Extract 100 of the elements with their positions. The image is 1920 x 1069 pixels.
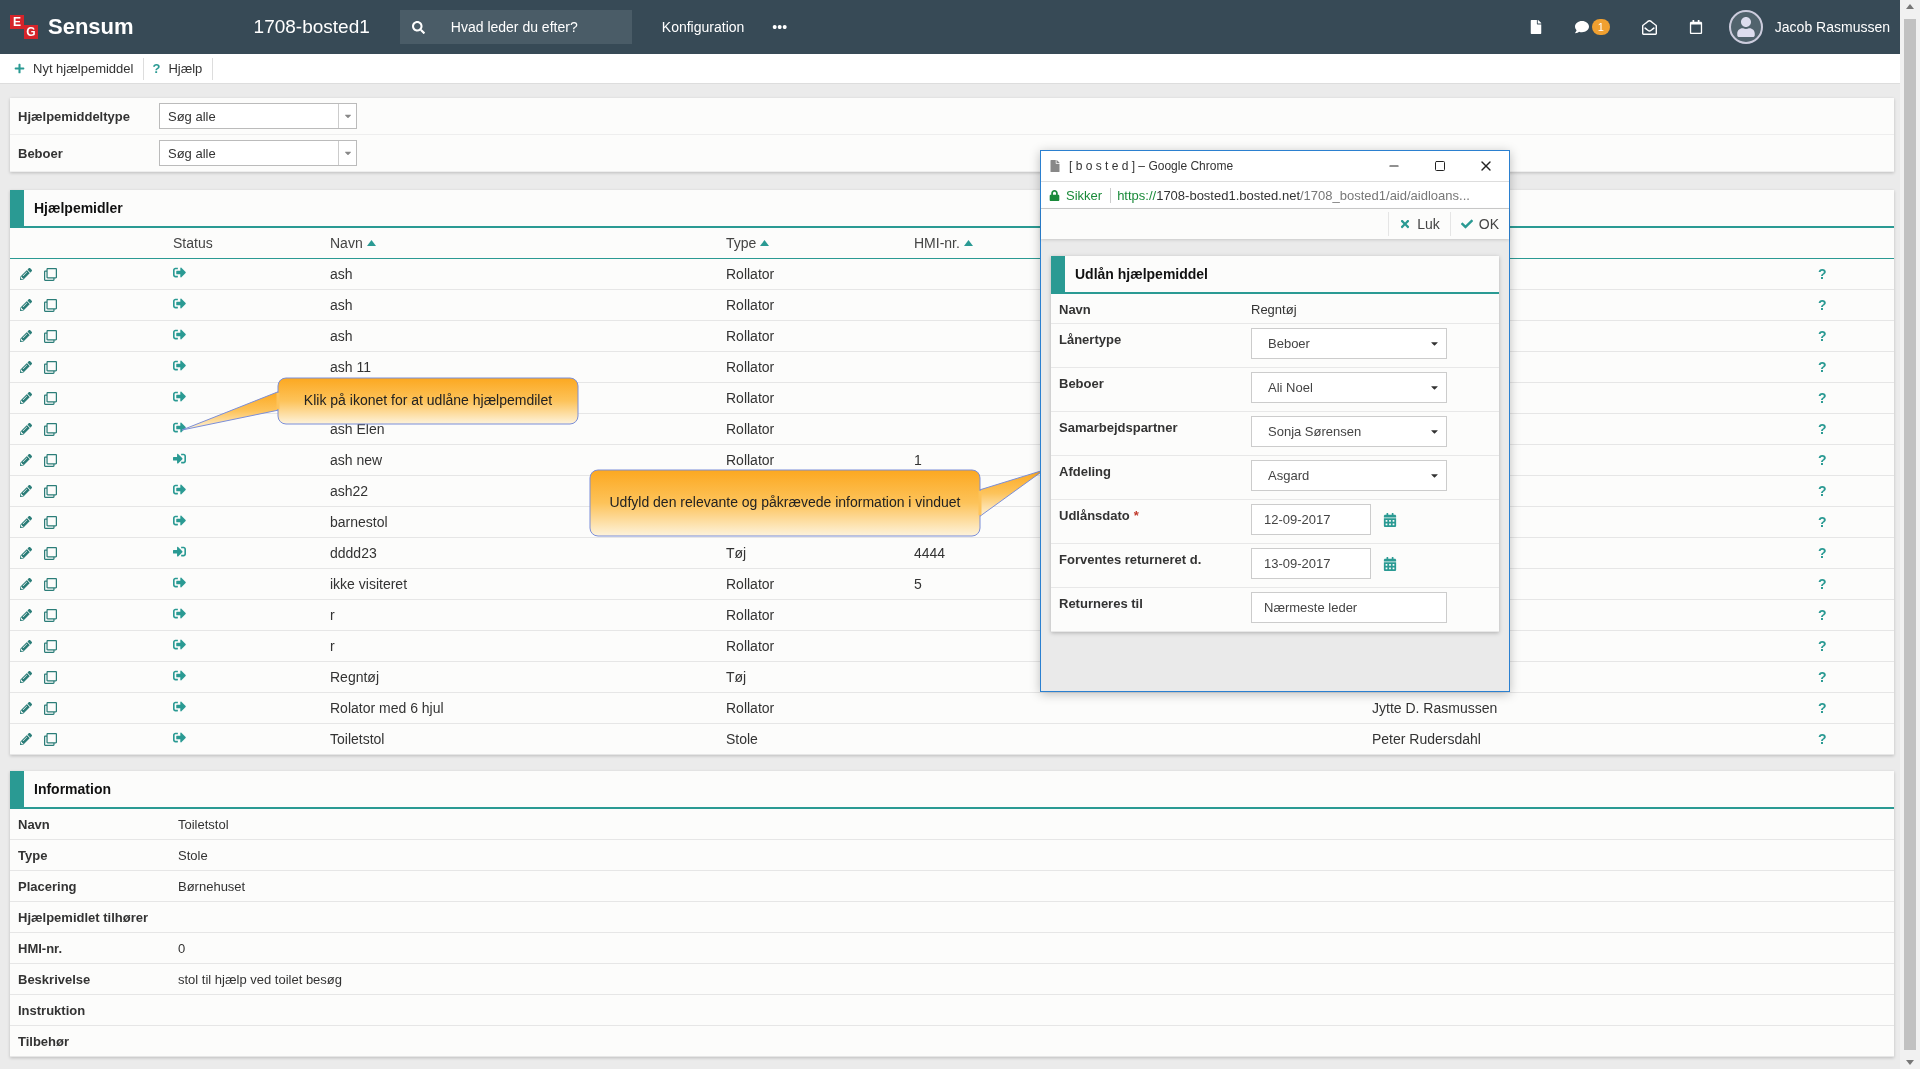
- copy-icon[interactable]: [44, 422, 57, 436]
- pencil-icon[interactable]: [20, 453, 32, 466]
- user-name[interactable]: Jacob Rasmussen: [1774, 19, 1890, 35]
- sign-in-icon[interactable]: [173, 545, 186, 558]
- copy-icon[interactable]: [44, 701, 57, 715]
- table-cell: 5: [914, 576, 922, 592]
- search-icon[interactable]: [411, 20, 425, 34]
- sign-out-icon[interactable]: [173, 421, 186, 434]
- pencil-icon[interactable]: [20, 391, 32, 404]
- filter-select[interactable]: Søg alle: [159, 103, 357, 129]
- pencil-icon[interactable]: [20, 484, 32, 497]
- scroll-down-icon[interactable]: [1906, 1060, 1914, 1065]
- select-field[interactable]: Ali Noel: [1251, 372, 1447, 403]
- copy-icon[interactable]: [44, 391, 57, 405]
- filter-label: Hjælpemiddeltype: [18, 108, 131, 124]
- copy-icon[interactable]: [44, 577, 57, 591]
- pencil-icon[interactable]: [20, 329, 32, 342]
- info-value: Toiletstol: [178, 816, 229, 832]
- date-field[interactable]: 12-09-2017: [1251, 504, 1371, 535]
- search-input[interactable]: Hvad leder du efter?: [448, 18, 619, 36]
- pencil-icon[interactable]: [20, 670, 32, 683]
- column-header[interactable]: Type: [718, 235, 906, 251]
- table-cell: Jytte D. Rasmussen: [1372, 700, 1498, 716]
- sign-out-icon[interactable]: [173, 638, 186, 651]
- search-field[interactable]: Hvad leder du efter?: [399, 10, 632, 44]
- sign-out-icon[interactable]: [173, 576, 186, 589]
- column-header[interactable]: HMI-nr.: [906, 235, 1364, 251]
- column-header[interactable]: Status: [165, 235, 322, 251]
- sign-in-icon[interactable]: [173, 452, 186, 465]
- chat-icon[interactable]: [1574, 20, 1589, 34]
- more-menu[interactable]: •••: [772, 19, 788, 35]
- copy-icon[interactable]: [44, 515, 57, 529]
- scroll-up-icon[interactable]: [1906, 4, 1914, 9]
- pencil-icon[interactable]: [20, 732, 32, 745]
- callout-text: Udfyld den relevante og påkrævede information i vinduet: [608, 494, 962, 510]
- dialog-button[interactable]: Luk: [1388, 212, 1450, 236]
- copy-icon[interactable]: [44, 453, 57, 467]
- copy-icon[interactable]: [44, 329, 57, 343]
- pencil-icon[interactable]: [20, 608, 32, 621]
- copy-icon[interactable]: [44, 608, 57, 622]
- user-icon: [1735, 17, 1756, 37]
- pencil-icon[interactable]: [20, 701, 32, 714]
- sign-out-icon[interactable]: [173, 700, 186, 713]
- date-field[interactable]: 13-09-2017: [1251, 548, 1371, 579]
- copy-icon[interactable]: [44, 639, 57, 653]
- sign-out-icon[interactable]: [173, 297, 186, 310]
- copy-icon[interactable]: [44, 298, 57, 312]
- select-field[interactable]: Beboer: [1251, 328, 1447, 359]
- table-cell: ikke visiteret: [330, 576, 408, 592]
- nav-link[interactable]: Konfiguration: [661, 19, 745, 35]
- pencil-icon[interactable]: [20, 422, 32, 435]
- avatar[interactable]: [1728, 10, 1763, 44]
- scrollbar-thumb[interactable]: [1904, 19, 1916, 1050]
- sign-out-icon[interactable]: [173, 731, 186, 744]
- table-cell: r: [330, 607, 335, 623]
- info-value: Børnehuset: [178, 878, 246, 894]
- select-field[interactable]: Asgard: [1251, 460, 1447, 491]
- sign-out-icon[interactable]: [173, 390, 186, 403]
- pencil-icon[interactable]: [20, 298, 32, 311]
- pencil-icon[interactable]: [20, 639, 32, 652]
- maximize-icon[interactable]: [1434, 160, 1446, 172]
- pencil-icon[interactable]: [20, 546, 32, 559]
- copy-icon[interactable]: [44, 732, 57, 746]
- table-cell: Regntøj: [330, 669, 380, 685]
- toolbar-button[interactable]: Nyt hjælpemiddel: [6, 57, 145, 80]
- mail-icon[interactable]: [1641, 19, 1657, 35]
- pencil-icon[interactable]: [20, 577, 32, 590]
- sign-out-icon[interactable]: [173, 483, 186, 496]
- sign-out-icon[interactable]: [173, 669, 186, 682]
- column-header[interactable]: Navn: [322, 235, 718, 251]
- table-cell: barnestol: [330, 514, 388, 530]
- pencil-icon[interactable]: [20, 267, 32, 280]
- sort-arrow-icon: [366, 240, 376, 246]
- copy-icon[interactable]: [44, 484, 57, 498]
- sign-out-icon[interactable]: [173, 359, 186, 372]
- toolbar-button[interactable]: ? Hjælp: [144, 57, 214, 80]
- copy-icon[interactable]: [44, 670, 57, 684]
- sign-out-icon[interactable]: [173, 328, 186, 341]
- select-field[interactable]: Sonja Sørensen: [1251, 416, 1447, 447]
- dialog-button[interactable]: OK: [1449, 212, 1509, 236]
- copy-icon[interactable]: [44, 360, 57, 374]
- sign-out-icon[interactable]: [173, 607, 186, 620]
- input-field[interactable]: Nærmeste leder: [1251, 592, 1447, 623]
- table-cell: Rolator med 6 hjul: [330, 700, 444, 716]
- table-cell: Rollator: [726, 576, 775, 592]
- address-url[interactable]: https://1708-bosted1.bosted.net/1708_bosted1/aid/aidloans...: [1117, 187, 1470, 203]
- pencil-icon[interactable]: [20, 515, 32, 528]
- filter-select[interactable]: Søg alle: [159, 140, 357, 166]
- document-icon[interactable]: [1528, 20, 1543, 34]
- info-label: Tilbehør: [18, 1033, 71, 1049]
- info-label: Type: [18, 847, 49, 863]
- scrollbar[interactable]: [1900, 0, 1920, 1069]
- copy-icon[interactable]: [44, 546, 57, 560]
- calendar-icon[interactable]: [1688, 20, 1703, 34]
- pencil-icon[interactable]: [20, 360, 32, 373]
- copy-icon[interactable]: [44, 267, 57, 281]
- sign-out-icon[interactable]: [173, 266, 186, 279]
- secure-label: Sikker: [1066, 187, 1112, 203]
- form-label: Udlånsdato *: [1059, 507, 1140, 523]
- sign-out-icon[interactable]: [173, 514, 186, 527]
